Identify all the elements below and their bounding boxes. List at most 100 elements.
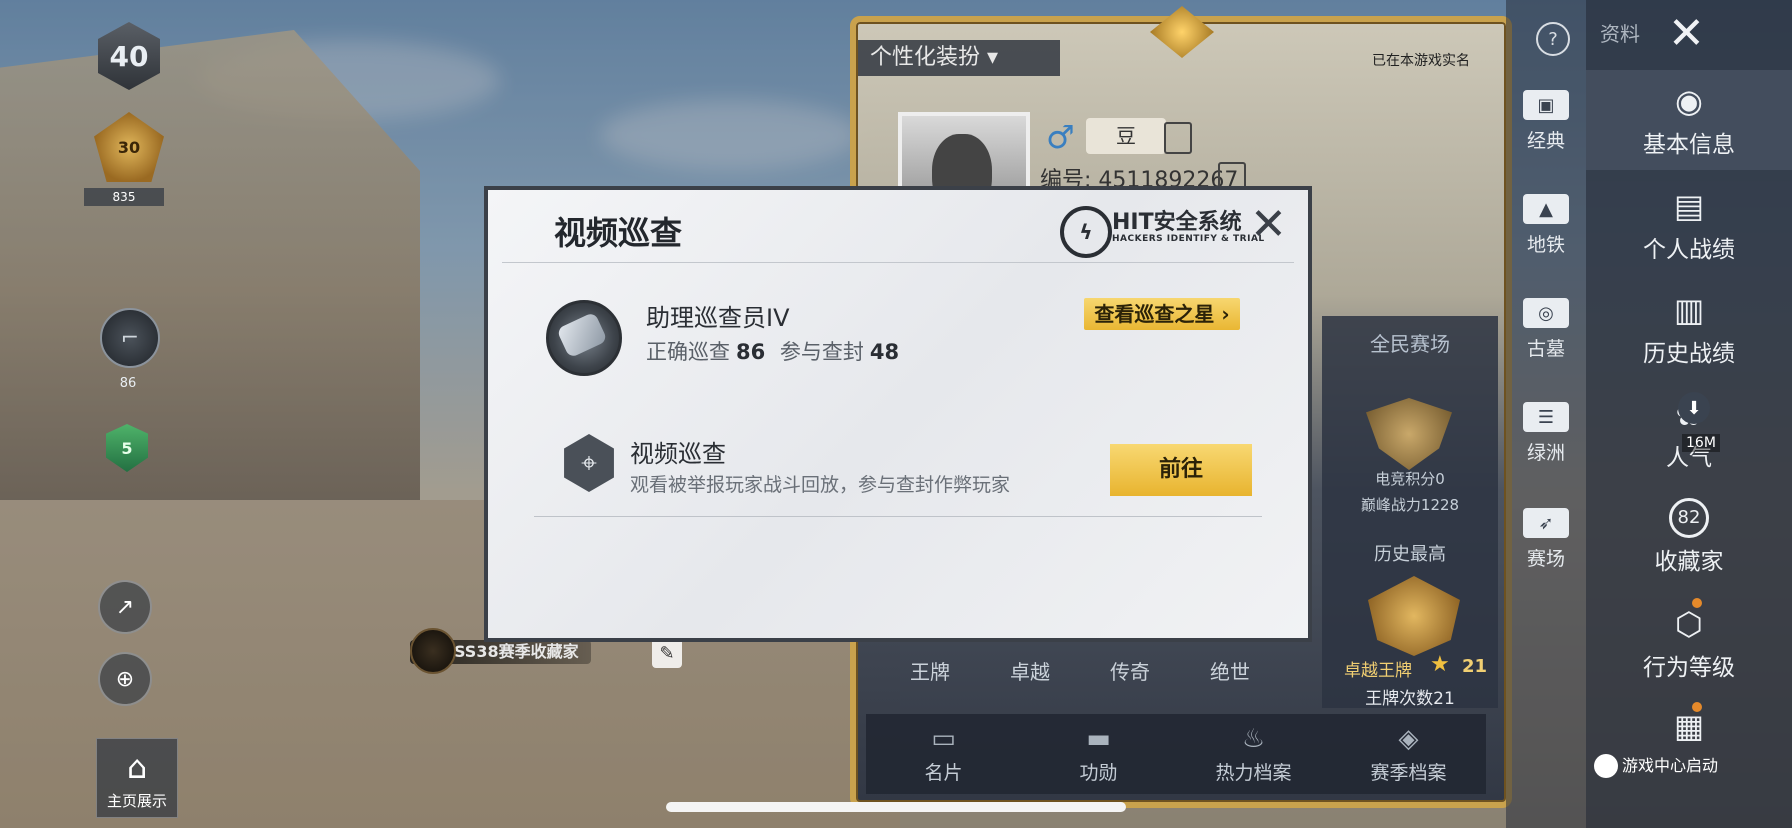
realname-note: 已在本游戏实名 — [1372, 53, 1470, 69]
sidebar-item-document[interactable]: ▦ — [1586, 706, 1792, 746]
video-patrol-modal: 视频巡查 ϟ HIT安全系统 HACKERS IDENTIFY & TRIAL … — [484, 186, 1312, 642]
mode-label: 古墓 — [1526, 338, 1565, 360]
chevron-right-icon: › — [1214, 302, 1230, 326]
mode-tomb[interactable]: ◎ 古墓 — [1506, 298, 1586, 361]
chevron-down-icon: ▾ — [987, 45, 999, 70]
share-icon: ↗ — [115, 594, 135, 620]
collector-icon: 82 — [1669, 498, 1709, 538]
divider — [502, 262, 1294, 263]
mode-arena[interactable]: ➶ 赛场 — [1506, 508, 1586, 571]
tab-label: 功勋 — [1079, 761, 1118, 784]
rank-score: 835 — [84, 188, 164, 206]
flame-icon: ♨ — [1241, 723, 1266, 754]
mode-oasis[interactable]: ☰ 绿洲 — [1506, 402, 1586, 465]
tab-label: 名片 — [924, 761, 963, 784]
profile-bottom-tabs: ▭ 名片 ▬ 功勋 ♨ 热力档案 ◈ 赛季档案 — [866, 714, 1486, 794]
sidebar-item-label: 基本信息 — [1643, 132, 1735, 158]
sidebar-item-label: 行为等级 — [1643, 655, 1735, 681]
mode-metro[interactable]: ▲ 地铁 — [1506, 194, 1586, 257]
help-icon[interactable]: ? — [1536, 22, 1570, 56]
season-icon: ◈ — [1398, 723, 1419, 754]
history-rank: 卓越王牌 — [1344, 661, 1412, 681]
modal-title: 视频巡查 — [554, 214, 683, 252]
arena-power: 巅峰战力1228 — [1360, 496, 1460, 514]
male-icon: ♂ — [1046, 118, 1075, 156]
divider — [534, 516, 1262, 517]
tab-label: 热力档案 — [1215, 761, 1292, 784]
home-display-label: 主页展示 — [106, 792, 167, 810]
arena-title: 全民赛场 — [1370, 332, 1450, 356]
metro-icon: ▲ — [1523, 194, 1569, 224]
sidebar-item-personal-record[interactable]: ▤ 个人战绩 — [1586, 186, 1792, 264]
document-icon: ▦ — [1673, 707, 1705, 745]
patrol-rank-name: 助理巡查员IV — [646, 304, 790, 332]
tier-label: 王牌 — [910, 660, 950, 684]
stat-value: 86 — [736, 340, 766, 364]
stat-label: 参与查封 — [779, 340, 864, 364]
collector-tag-text: SS38赛季收藏家 — [454, 642, 579, 661]
collector-tag[interactable]: SS38赛季收藏家 — [410, 628, 591, 674]
tomb-icon: ◎ — [1523, 298, 1569, 328]
crosshair-icon: ⌖ — [564, 434, 614, 492]
view-patrol-star-button[interactable]: 查看巡查之星 › — [1084, 298, 1240, 330]
medal-icon: ▬ — [1086, 723, 1111, 754]
mode-label: 经典 — [1526, 130, 1565, 152]
sidebar-item-behavior[interactable]: ⬡ 行为等级 — [1586, 604, 1792, 682]
chart-icon: ▤ — [1673, 187, 1705, 225]
behavior-icon: ⬡ — [1675, 605, 1703, 643]
share-button[interactable]: ↗ — [98, 580, 152, 634]
zoom-icon: ⊕ — [115, 666, 135, 692]
brand-name: HIT安全系统 — [1112, 210, 1242, 235]
tier-row: 王牌 卓越 传奇 绝世 — [880, 656, 1280, 686]
custom-dress-dropdown[interactable]: 个性化装扮 ▾ — [858, 40, 1060, 76]
sidebar-header: 资料 — [1600, 22, 1640, 46]
home-indicator[interactable] — [666, 802, 1126, 812]
history-count: 王牌次数21 — [1365, 689, 1455, 709]
tab-season[interactable]: ◈ 赛季档案 — [1331, 714, 1486, 794]
rank-tier: 30 — [117, 137, 141, 157]
game-center-launch[interactable]: 游戏中心启动 — [1588, 752, 1724, 780]
patrol-stats: 正确巡查 86 参与查封 48 — [646, 336, 907, 366]
mode-classic[interactable]: ▣ 经典 — [1506, 90, 1586, 153]
modal-close-icon[interactable]: ✕ — [1250, 198, 1287, 252]
download-icon: ⬇ — [1678, 392, 1710, 424]
lion-icon — [410, 628, 456, 674]
close-icon[interactable]: ✕ — [1668, 6, 1705, 62]
tier-label: 卓越 — [1010, 660, 1050, 684]
patrol-medal-icon — [546, 300, 622, 376]
tier-label: 绝世 — [1210, 660, 1250, 684]
stat-label: 正确巡查 — [646, 340, 730, 364]
game-center-label: 游戏中心启动 — [1622, 756, 1719, 775]
tab-merit[interactable]: ▬ 功勋 — [1021, 714, 1176, 794]
arena-icon: ➶ — [1523, 508, 1569, 538]
tab-card[interactable]: ▭ 名片 — [866, 714, 1021, 794]
history-icon: ▥ — [1673, 291, 1705, 329]
stat-value: 48 — [869, 340, 900, 364]
tab-heat[interactable]: ♨ 热力档案 — [1176, 714, 1331, 794]
go-button[interactable]: 前往 — [1110, 444, 1252, 496]
copy-icon[interactable] — [1164, 122, 1192, 154]
history-title: 历史最高 — [1374, 544, 1446, 565]
tier-label: 传奇 — [1110, 660, 1150, 684]
nickname: 豆 — [1086, 118, 1166, 154]
feature-description: 观看被举报玩家战斗回放，参与查封作弊玩家 — [630, 474, 1011, 496]
history-num: 21 — [1462, 656, 1488, 677]
home-display-button[interactable]: ⌂ 主页展示 — [96, 738, 178, 818]
level-value: 40 — [109, 39, 149, 73]
weapon-score: 86 — [119, 376, 137, 391]
house-icon: ⌂ — [126, 748, 148, 786]
oasis-icon: ☰ — [1523, 402, 1569, 432]
sidebar-item-history[interactable]: ▥ 历史战绩 — [1586, 290, 1792, 368]
mode-label: 赛场 — [1526, 548, 1565, 570]
zoom-button[interactable]: ⊕ — [98, 652, 152, 706]
popularity-value: 16M — [1682, 434, 1720, 452]
gun-icon: ⌐ — [120, 325, 140, 351]
edit-icon[interactable]: ✎ — [652, 638, 682, 668]
classic-icon: ▣ — [1523, 90, 1569, 120]
id-card-icon: ▭ — [931, 723, 956, 754]
sidebar-item-basic-info[interactable]: ◉ 基本信息 — [1586, 70, 1792, 170]
shield-value: 5 — [121, 438, 133, 458]
mode-label: 绿洲 — [1526, 442, 1565, 464]
sidebar-item-collector[interactable]: 82 收藏家 — [1586, 498, 1792, 576]
weapon-badge[interactable]: ⌐ — [100, 308, 160, 368]
